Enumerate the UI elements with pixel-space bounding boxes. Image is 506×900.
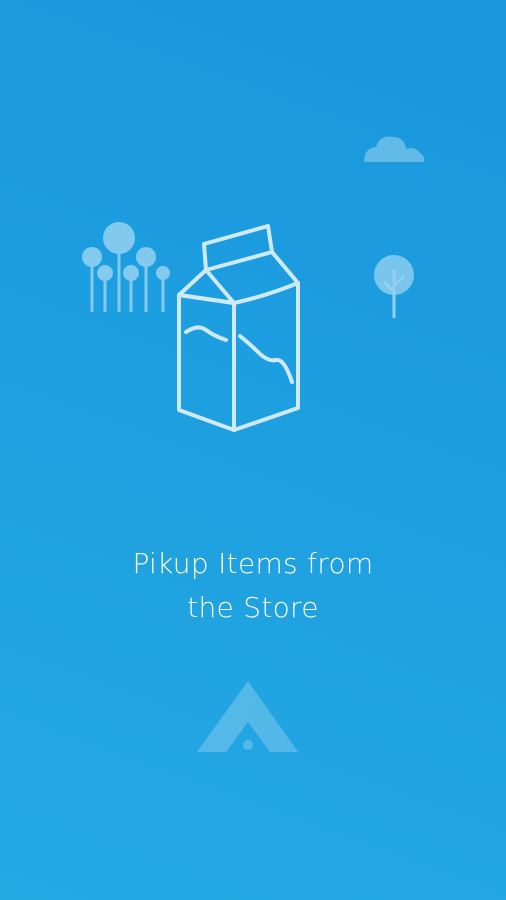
tree-icon — [374, 255, 414, 318]
onboarding-title-line-1: Pikup Items from — [132, 547, 374, 580]
onboarding-screen: Pikup Items from the Store — [0, 0, 506, 900]
onboarding-title-line-2: the Store — [187, 591, 319, 624]
trees-icon — [82, 222, 170, 312]
milk-carton-icon — [177, 224, 300, 432]
app-logo-icon — [197, 681, 298, 752]
cloud-icon — [364, 136, 425, 162]
onboarding-title: Pikup Items from the Store — [0, 542, 506, 630]
illustration-layer — [82, 136, 425, 752]
